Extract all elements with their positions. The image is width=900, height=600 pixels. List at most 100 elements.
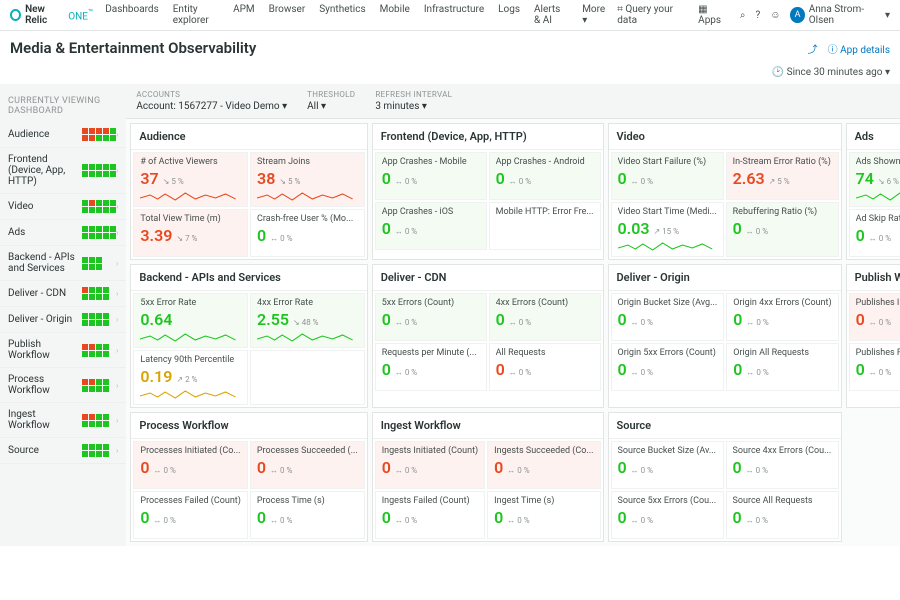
metric-trend: ↘ 5 %	[163, 177, 184, 186]
sidebar-item[interactable]: Publish Workflow›	[0, 333, 126, 368]
metric-card[interactable]: Source 5xx Errors (Cou...0↔ 0 %	[611, 491, 724, 539]
metric-trend: ↔ 0 %	[509, 368, 531, 377]
section-heading: Deliver - CDN	[373, 265, 603, 291]
metric-card[interactable]: Ingests Initiated (Count)0↔ 0 %	[375, 441, 485, 489]
metric-card[interactable]: App Crashes - Mobile0↔ 0 %	[375, 152, 487, 200]
sidebar-item[interactable]: Ingest Workflow›	[0, 403, 126, 438]
metric-card[interactable]: Publishes Failed (Count)0↔ 0 %	[849, 343, 900, 391]
nav-alerts-ai[interactable]: Alerts & AI	[534, 4, 568, 26]
sidebar-item[interactable]: Video›	[0, 194, 126, 220]
sidebar-item[interactable]: Process Workflow›	[0, 368, 126, 403]
account-picker[interactable]: Account: 1567277 - Video Demo ▾	[136, 101, 287, 112]
metric-card[interactable]: Origin All Requests0↔ 0 %	[726, 343, 838, 391]
logo[interactable]: New Relic ONE™	[10, 4, 93, 26]
metric-card[interactable]: Publishes Initiated (Co...0↔ 0 %	[849, 293, 900, 341]
metric-trend: ↘ 5 %	[279, 177, 300, 186]
metric-card[interactable]: Stream Joins38↘ 5 %	[250, 152, 365, 207]
threshold-picker[interactable]: All ▾	[307, 101, 355, 112]
metric-card[interactable]: Rebuffering Ratio (%)0↔ 0 %	[726, 202, 839, 257]
metric-card[interactable]: Mobile HTTP: Error Fre...	[489, 202, 601, 250]
title-bar: Media & Entertainment Observability ⤴ ⓘ …	[0, 31, 900, 65]
content: ACCOUNTS Account: 1567277 - Video Demo ▾…	[126, 84, 900, 546]
metric-card[interactable]: Video Start Time (Medi...0.03↗ 15 %	[611, 202, 724, 257]
sidebar-item[interactable]: Backend - APIs and Services›	[0, 246, 126, 281]
metric-card[interactable]: Origin 5xx Errors (Count)0↔ 0 %	[611, 343, 725, 391]
metric-card[interactable]: Origin 4xx Errors (Count)0↔ 0 %	[726, 293, 838, 341]
metric-card[interactable]: Ads Shown74↘ 6 %	[849, 152, 900, 207]
sidebar-item[interactable]: Audience›	[0, 122, 126, 148]
metric-card[interactable]: Ingests Failed (Count)0↔ 0 %	[375, 491, 485, 539]
help-icon[interactable]: ?	[755, 10, 760, 21]
section: Ingest WorkflowIngests Initiated (Count)…	[372, 412, 604, 542]
nav-apm[interactable]: APM	[233, 4, 255, 26]
metric-card[interactable]: Source Bucket Size (Av...0↔ 0 %	[611, 441, 724, 489]
nav-infrastructure[interactable]: Infrastructure	[424, 4, 484, 26]
feedback-icon[interactable]: ☺	[770, 10, 780, 21]
metric-card[interactable]: 5xx Error Rate0.64	[133, 293, 248, 348]
section: Process WorkflowProcesses Initiated (Co.…	[130, 412, 367, 542]
metric-card[interactable]: Processes Succeeded (...0↔ 0 %	[250, 441, 365, 489]
nav-dashboards[interactable]: Dashboards	[105, 4, 159, 26]
metric-value: 0	[496, 310, 505, 329]
metric-card[interactable]	[250, 350, 365, 405]
sidebar-item[interactable]: Source›	[0, 438, 126, 464]
metric-card[interactable]: 4xx Error Rate2.55↘ 48 %	[250, 293, 365, 348]
metric-trend: ↔ 0 %	[395, 368, 417, 377]
metric-value: 0	[733, 310, 742, 329]
metric-card[interactable]: Requests per Minute (...0↔ 0 %	[375, 343, 487, 391]
metric-card[interactable]: In-Stream Error Ratio (%)2.63↗ 5 %	[726, 152, 839, 200]
metric-card[interactable]: 4xx Errors (Count)0↔ 0 %	[489, 293, 601, 341]
app-details-link[interactable]: ⓘ App details	[828, 41, 890, 56]
metric-value: 0	[382, 508, 391, 527]
metric-card[interactable]: Video Start Failure (%)0↔ 0 %	[611, 152, 724, 200]
metric-card[interactable]: Total View Time (m)3.39↘ 7 %	[133, 209, 248, 257]
metric-card[interactable]: Processes Initiated (Co...0↔ 0 %	[133, 441, 247, 489]
nav-more[interactable]: More ▾	[582, 4, 605, 26]
sidebar-item[interactable]: Deliver - Origin›	[0, 307, 126, 333]
refresh-picker[interactable]: 3 minutes ▾	[375, 101, 452, 112]
metric-value: 0	[140, 508, 149, 527]
metric-card[interactable]: Ad Skip Ratio0↔ 0 %	[849, 209, 900, 257]
time-picker[interactable]: 🕑 Since 30 minutes ago ▾	[772, 67, 890, 78]
metric-trend: ↔ 0 %	[631, 318, 653, 327]
sidebar-item[interactable]: Ads›	[0, 220, 126, 246]
metric-card[interactable]: App Crashes - iOS0↔ 0 %	[375, 202, 487, 250]
query-link[interactable]: ⌗ Query your data	[617, 4, 688, 26]
metric-card[interactable]: All Requests0↔ 0 %	[489, 343, 601, 391]
user-menu[interactable]: A Anna Strom-Olsen ▾	[790, 4, 890, 26]
metric-card[interactable]: Crash-free User % (Mo...0↔ 0 %	[250, 209, 365, 257]
metric-trend: ↘ 48 %	[293, 318, 319, 327]
avatar: A	[790, 7, 804, 23]
heatmap	[82, 164, 116, 177]
metric-card[interactable]: Latency 90th Percentile0.19↗ 2 %	[133, 350, 248, 405]
metric-card[interactable]: App Crashes - Android0↔ 0 %	[489, 152, 601, 200]
metric-card[interactable]: Source 4xx Errors (Cou...0↔ 0 %	[726, 441, 839, 489]
metric-card[interactable]: Origin Bucket Size (Avg...0↔ 0 %	[611, 293, 725, 341]
nav-browser[interactable]: Browser	[269, 4, 306, 26]
metric-value: 0	[618, 458, 627, 477]
search-icon[interactable]: ⌕	[740, 10, 746, 21]
metric-card[interactable]: # of Active Viewers37↘ 5 %	[133, 152, 248, 207]
metric-trend: ↔ 0 %	[746, 368, 768, 377]
metric-value: 74	[856, 169, 874, 188]
nav-synthetics[interactable]: Synthetics	[319, 4, 365, 26]
share-icon[interactable]: ⤴	[808, 41, 818, 56]
metric-value: 3.39	[140, 226, 172, 245]
chevron-right-icon: ›	[116, 446, 118, 455]
heatmap	[82, 344, 116, 357]
nav-entity-explorer[interactable]: Entity explorer	[173, 4, 219, 26]
metric-card[interactable]: Source All Requests0↔ 0 %	[726, 491, 839, 539]
sidebar-item[interactable]: Frontend (Device, App, HTTP)›	[0, 148, 126, 194]
section: Frontend (Device, App, HTTP)App Crashes …	[372, 123, 604, 260]
metric-card[interactable]: Processes Failed (Count)0↔ 0 %	[133, 491, 247, 539]
metric-card[interactable]: 5xx Errors (Count)0↔ 0 %	[375, 293, 487, 341]
metric-trend: ↔ 0 %	[270, 466, 292, 475]
metric-card[interactable]: Ingest Time (s)0↔ 0 %	[487, 491, 600, 539]
nav-mobile[interactable]: Mobile	[380, 4, 410, 26]
nav-logs[interactable]: Logs	[498, 4, 520, 26]
sidebar-item[interactable]: Deliver - CDN›	[0, 281, 126, 307]
apps-link[interactable]: ▦ Apps	[698, 4, 730, 26]
metric-card[interactable]: Ingests Succeeded (Co...0↔ 0 %	[487, 441, 600, 489]
metric-value: 0	[733, 360, 742, 379]
metric-card[interactable]: Process Time (s)0↔ 0 %	[250, 491, 365, 539]
